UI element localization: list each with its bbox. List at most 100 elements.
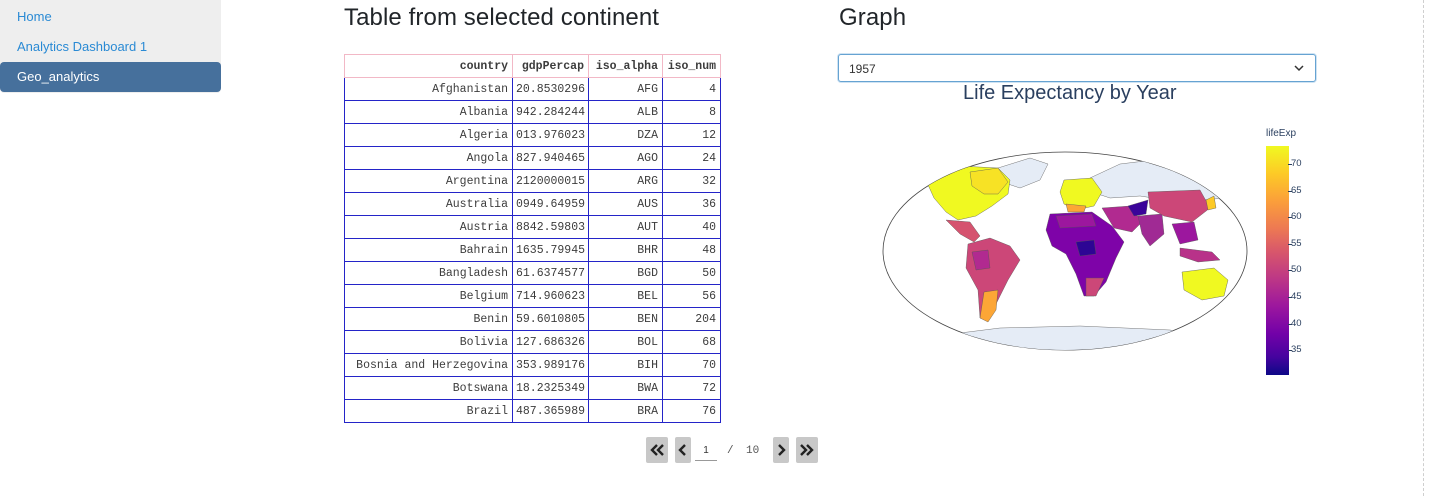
colorbar [1266, 146, 1289, 375]
cell-iso-alpha[interactable]: AGO [588, 146, 663, 170]
cell-iso-num[interactable]: 4 [662, 77, 721, 101]
previous-page-button[interactable] [675, 437, 691, 463]
table-row: Argentina 2120000015 ARG 32 [344, 169, 721, 193]
table-row: Benin 59.6010805 BEN 204 [344, 307, 721, 331]
nav-item-geo-analytics[interactable]: Geo_analytics [0, 62, 221, 92]
first-page-button[interactable] [646, 437, 668, 463]
cell-gdppercap[interactable]: 942.284244 [512, 100, 589, 124]
table-row: Austria 8842.59803 AUT 40 [344, 215, 721, 239]
cell-gdppercap[interactable]: 127.686326 [512, 330, 589, 354]
table-row: Botswana 18.2325349 BWA 72 [344, 376, 721, 400]
nav-item-home[interactable]: Home [0, 2, 221, 32]
cell-gdppercap[interactable]: 59.6010805 [512, 307, 589, 331]
total-pages: 10 [746, 445, 760, 457]
table-header-row: country gdpPercap iso_alpha iso_num [344, 54, 721, 78]
table-row: Bolivia 127.686326 BOL 68 [344, 330, 721, 354]
cell-gdppercap[interactable]: 827.940465 [512, 146, 589, 170]
cell-gdppercap[interactable]: 1635.79945 [512, 238, 589, 262]
nav-item-analytics-dashboard[interactable]: Analytics Dashboard 1 [0, 32, 221, 62]
cell-iso-num[interactable]: 24 [662, 146, 721, 170]
year-dropdown[interactable]: 1957 [838, 54, 1316, 82]
cell-gdppercap[interactable]: 2120000015 [512, 169, 589, 193]
cell-iso-alpha[interactable]: BEN [588, 307, 663, 331]
colorbar-tick: 65 [1288, 185, 1302, 196]
cell-iso-alpha[interactable]: BWA [588, 376, 663, 400]
cell-country[interactable]: Belgium [344, 284, 513, 308]
cell-iso-num[interactable]: 40 [662, 215, 721, 239]
cell-country[interactable]: Brazil [344, 399, 513, 423]
cell-iso-alpha[interactable]: BOL [588, 330, 663, 354]
cell-country[interactable]: Albania [344, 100, 513, 124]
table-section-title: Table from selected continent [344, 4, 660, 31]
cell-gdppercap[interactable]: 18.2325349 [512, 376, 589, 400]
cell-iso-alpha[interactable]: BIH [588, 353, 663, 377]
cell-iso-num[interactable]: 70 [662, 353, 721, 377]
column-header-iso-num[interactable]: iso_num [662, 54, 721, 78]
column-header-gdppercap[interactable]: gdpPercap [512, 54, 589, 78]
cell-iso-alpha[interactable]: ALB [588, 100, 663, 124]
column-header-iso-alpha[interactable]: iso_alpha [588, 54, 663, 78]
double-chevron-left-icon [650, 444, 664, 456]
cell-iso-num[interactable]: 8 [662, 100, 721, 124]
cell-gdppercap[interactable]: 0949.64959 [512, 192, 589, 216]
cell-iso-num[interactable]: 76 [662, 399, 721, 423]
cell-iso-num[interactable]: 32 [662, 169, 721, 193]
window-edge-divider [1423, 0, 1425, 496]
cell-iso-num[interactable]: 50 [662, 261, 721, 285]
cell-iso-alpha[interactable]: ARG [588, 169, 663, 193]
cell-gdppercap[interactable]: 013.976023 [512, 123, 589, 147]
cell-iso-alpha[interactable]: BGD [588, 261, 663, 285]
cell-iso-num[interactable]: 72 [662, 376, 721, 400]
cell-iso-num[interactable]: 204 [662, 307, 721, 331]
country-data-table: country gdpPercap iso_alpha iso_num Afgh… [344, 54, 721, 423]
colorbar-tick: 60 [1288, 211, 1302, 222]
last-page-button[interactable] [796, 437, 818, 463]
cell-gdppercap[interactable]: 20.8530296 [512, 77, 589, 101]
cell-country[interactable]: Botswana [344, 376, 513, 400]
cell-country[interactable]: Australia [344, 192, 513, 216]
cell-iso-alpha[interactable]: AFG [588, 77, 663, 101]
colorbar-tick: 45 [1288, 291, 1302, 302]
current-page-input[interactable] [695, 440, 717, 461]
column-header-country[interactable]: country [344, 54, 513, 78]
table-row: Bahrain 1635.79945 BHR 48 [344, 238, 721, 262]
new-zealand-region [1237, 299, 1245, 315]
colorbar-title: lifeExp [1266, 128, 1297, 139]
cell-iso-num[interactable]: 48 [662, 238, 721, 262]
cell-country[interactable]: Afghanistan [344, 77, 513, 101]
cell-country[interactable]: Bahrain [344, 238, 513, 262]
cell-iso-alpha[interactable]: BRA [588, 399, 663, 423]
cell-gdppercap[interactable]: 714.960623 [512, 284, 589, 308]
cell-gdppercap[interactable]: 61.6374577 [512, 261, 589, 285]
world-choropleth-map[interactable] [880, 150, 1252, 354]
cell-iso-num[interactable]: 36 [662, 192, 721, 216]
cell-gdppercap[interactable]: 353.989176 [512, 353, 589, 377]
colorbar-tick: 70 [1288, 158, 1302, 169]
cell-country[interactable]: Austria [344, 215, 513, 239]
cell-iso-alpha[interactable]: BHR [588, 238, 663, 262]
cell-iso-alpha[interactable]: AUT [588, 215, 663, 239]
cell-iso-num[interactable]: 56 [662, 284, 721, 308]
cell-iso-alpha[interactable]: AUS [588, 192, 663, 216]
chevron-left-icon [678, 444, 686, 456]
colorbar-tick: 35 [1288, 344, 1302, 355]
cell-country[interactable]: Bosnia and Herzegovina [344, 353, 513, 377]
cell-country[interactable]: Angola [344, 146, 513, 170]
cell-iso-alpha[interactable]: BEL [588, 284, 663, 308]
table-row: Australia 0949.64959 AUS 36 [344, 192, 721, 216]
cell-country[interactable]: Algeria [344, 123, 513, 147]
cell-country[interactable]: Bangladesh [344, 261, 513, 285]
chevron-down-icon[interactable] [1293, 61, 1305, 75]
cell-iso-alpha[interactable]: DZA [588, 123, 663, 147]
cell-iso-num[interactable]: 68 [662, 330, 721, 354]
table-row: Bangladesh 61.6374577 BGD 50 [344, 261, 721, 285]
next-page-button[interactable] [773, 437, 789, 463]
cell-country[interactable]: Bolivia [344, 330, 513, 354]
cell-country[interactable]: Argentina [344, 169, 513, 193]
cell-iso-num[interactable]: 12 [662, 123, 721, 147]
table-row: Albania 942.284244 ALB 8 [344, 100, 721, 124]
page-separator: / [727, 445, 734, 457]
cell-gdppercap[interactable]: 8842.59803 [512, 215, 589, 239]
cell-country[interactable]: Benin [344, 307, 513, 331]
cell-gdppercap[interactable]: 487.365989 [512, 399, 589, 423]
